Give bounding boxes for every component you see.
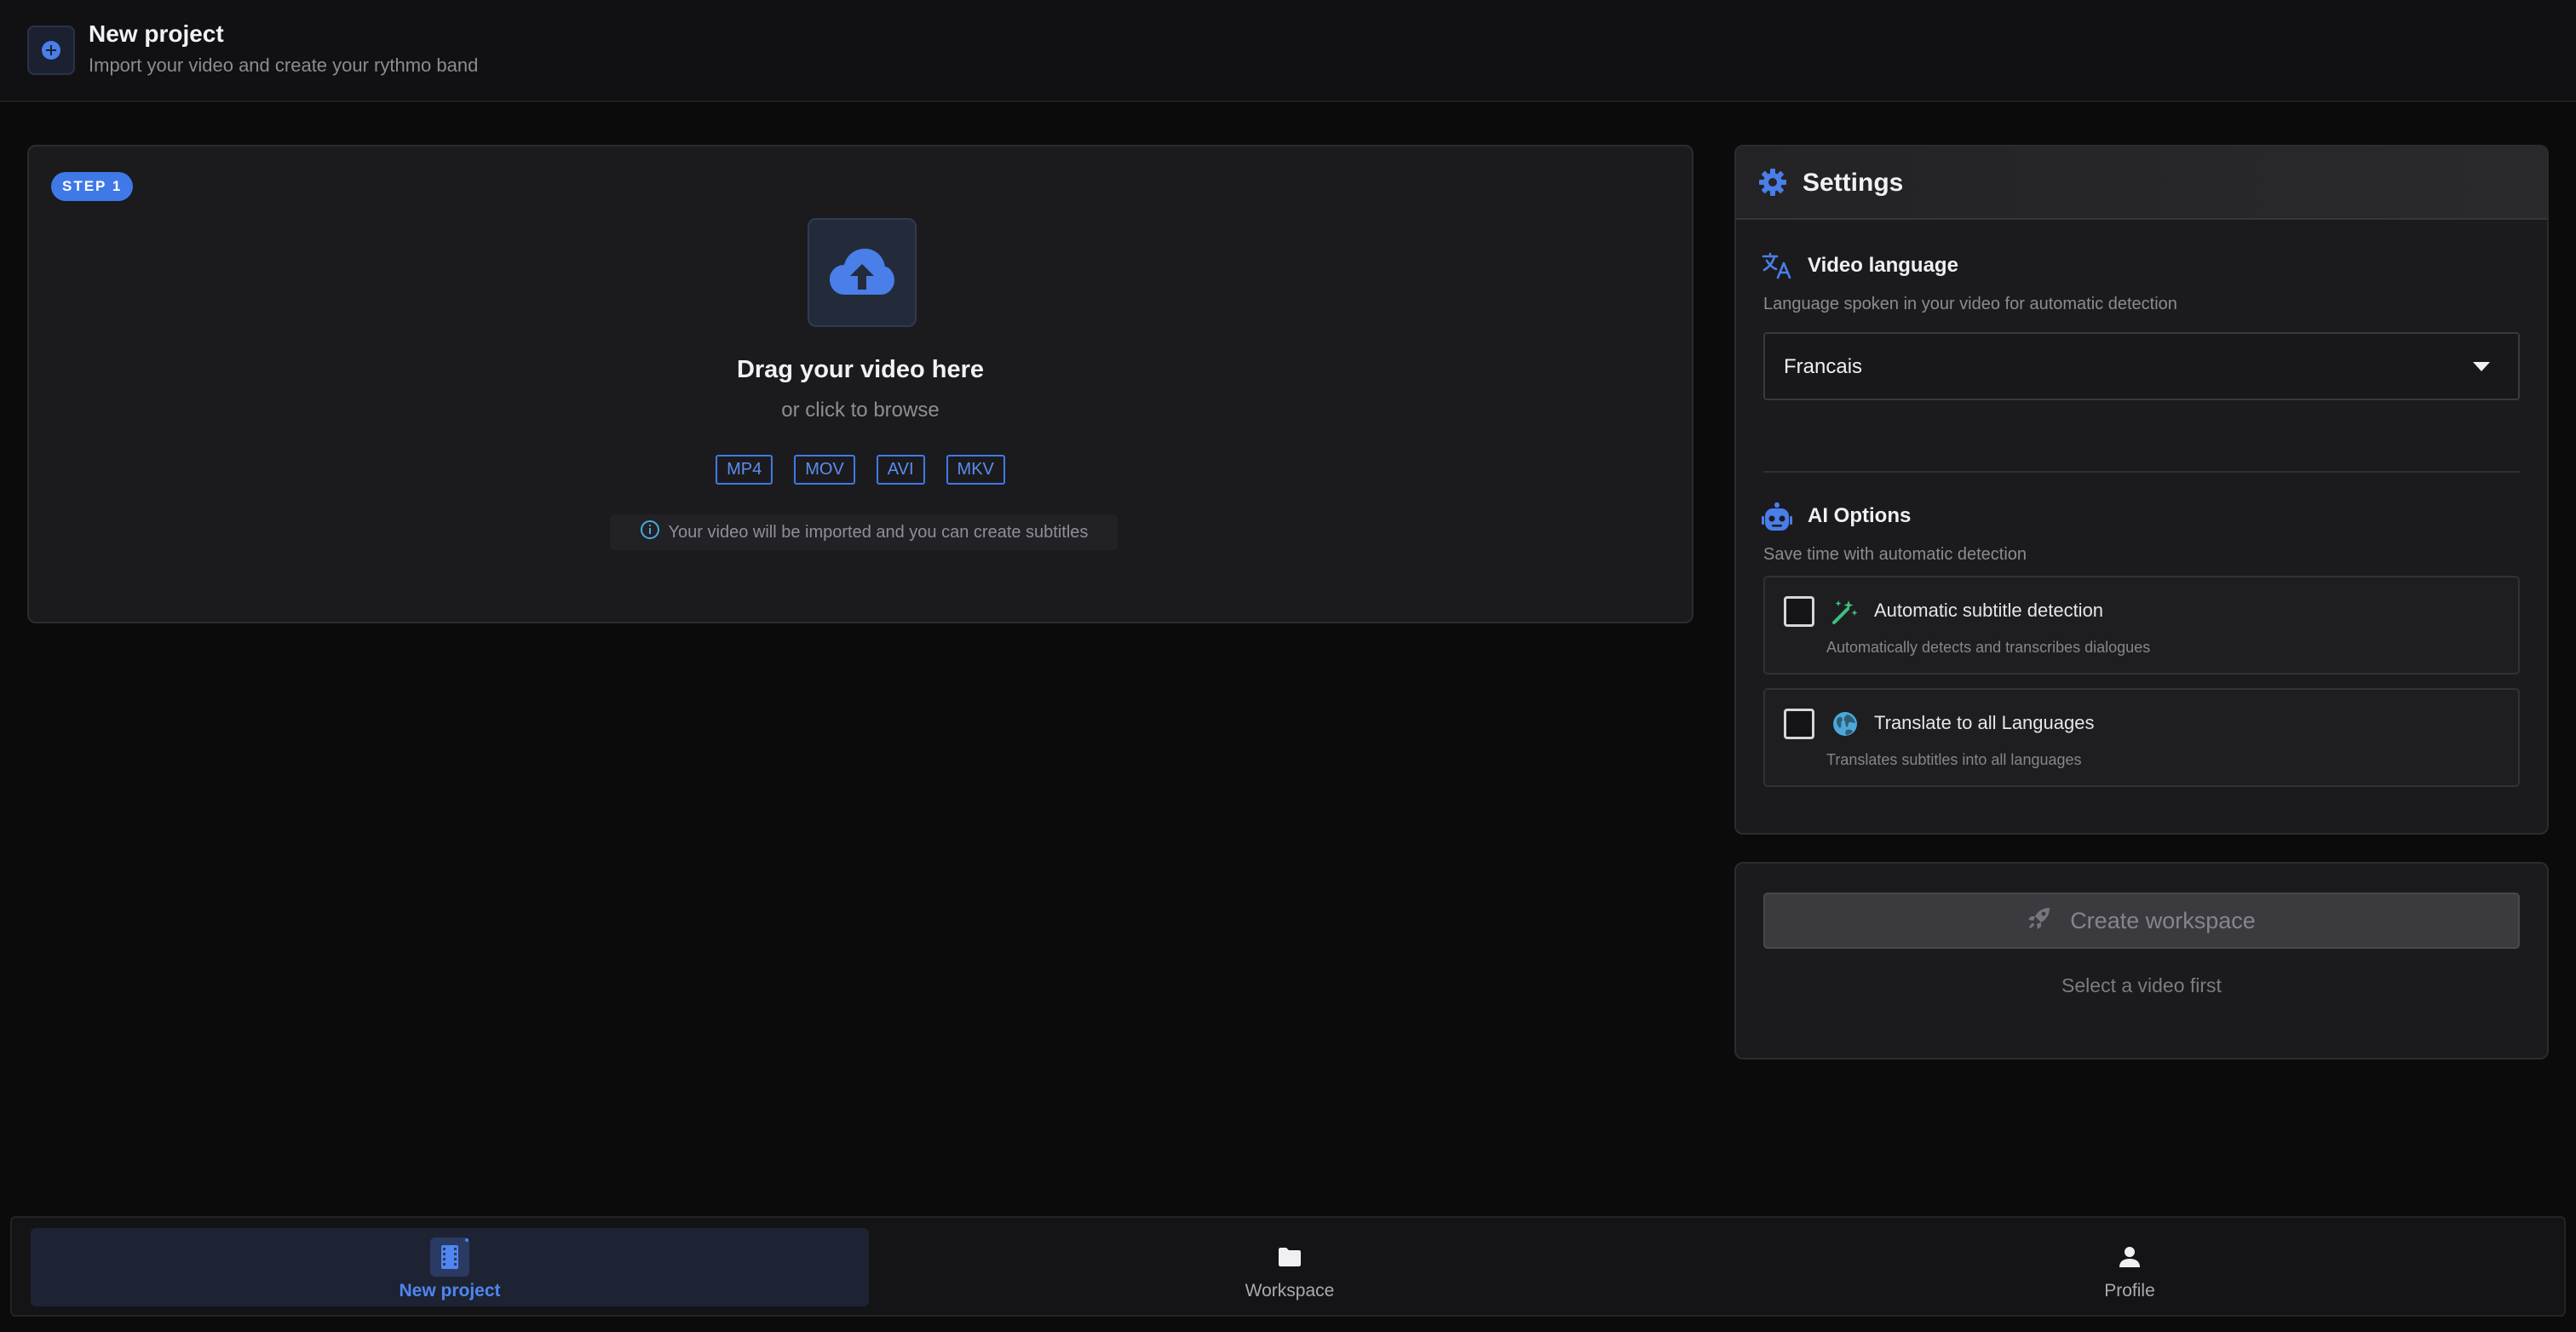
settings-panel: Settings Video language Language spoken …: [1734, 145, 2549, 835]
subtitle-detection-label: Automatic subtitle detection: [1874, 600, 2104, 621]
create-workspace-button[interactable]: Create workspace: [1763, 893, 2520, 949]
option-subtitle-detection[interactable]: Automatic subtitle detection Automatical…: [1763, 576, 2520, 675]
browse-link[interactable]: or click to browse: [29, 399, 1692, 422]
chevron-down-icon: [2472, 361, 2491, 377]
nav-label: Profile: [2104, 1281, 2155, 1300]
nav-label: New project: [399, 1281, 501, 1300]
translate-all-description: Translates subtitles into all languages: [1826, 751, 2082, 768]
info-note: Your video will be imported and you can …: [610, 514, 1118, 550]
page-title: New project: [89, 20, 224, 47]
robot-icon: [1762, 502, 1792, 536]
person-icon: [2119, 1238, 2141, 1276]
nav-item-profile[interactable]: Profile: [1711, 1218, 2549, 1315]
ai-options-title: AI Options: [1808, 504, 1912, 527]
format-tag: MOV: [794, 455, 855, 485]
info-icon: [640, 520, 660, 545]
create-hint: Select a video first: [2061, 974, 2222, 996]
video-language-title: Video language: [1808, 254, 1958, 277]
subtitle-detection-checkbox[interactable]: [1784, 596, 1814, 627]
option-translate-all[interactable]: Translate to all Languages Translates su…: [1763, 688, 2520, 787]
page-header: New project Import your video and create…: [0, 0, 2576, 102]
upload-cloud-icon[interactable]: [808, 218, 917, 327]
nav-item-new-project[interactable]: New project: [31, 1218, 869, 1315]
translate-icon: [1762, 252, 1792, 284]
gear-icon: [1758, 168, 1787, 201]
info-text: Your video will be imported and you can …: [668, 522, 1089, 542]
rocket-icon: [2027, 906, 2051, 936]
section-divider: [1763, 471, 2520, 473]
translate-all-label: Translate to all Languages: [1874, 712, 2095, 733]
step-badge: STEP 1: [51, 172, 134, 201]
folder-icon: [1278, 1238, 1302, 1276]
settings-title: Settings: [1803, 169, 1904, 197]
settings-header: Settings: [1736, 146, 2547, 220]
create-workspace-label: Create workspace: [2070, 907, 2256, 933]
subtitle-detection-description: Automatically detects and transcribes di…: [1826, 639, 2151, 656]
dropzone-title: Drag your video here: [736, 356, 985, 383]
language-select-value: Francais: [1784, 355, 1863, 378]
plus-circle-icon: [27, 26, 75, 75]
bottom-nav: New project Workspace Profile: [10, 1216, 2566, 1317]
magic-wand-icon: [1831, 598, 1859, 629]
film-icon: [430, 1237, 469, 1277]
ai-options-description: Save time with automatic detection: [1763, 545, 2027, 564]
format-tag: MP4: [716, 455, 773, 485]
format-tag: AVI: [876, 455, 925, 485]
page-subtitle: Import your video and create your rythmo…: [89, 55, 479, 76]
nav-label: Workspace: [1245, 1281, 1335, 1300]
video-language-description: Language spoken in your video for automa…: [1763, 295, 2177, 313]
create-panel: Create workspace Select a video first: [1734, 862, 2549, 1059]
translate-all-checkbox[interactable]: [1784, 709, 1814, 739]
nav-item-workspace[interactable]: Workspace: [872, 1218, 1707, 1315]
format-list: MP4 MOV AVI MKV: [29, 455, 1692, 485]
format-tag: MKV: [946, 455, 1005, 485]
video-dropzone[interactable]: STEP 1 Drag your video here or click to …: [27, 145, 1693, 623]
language-select[interactable]: Francais: [1763, 332, 2520, 400]
globe-icon: [1831, 710, 1859, 742]
